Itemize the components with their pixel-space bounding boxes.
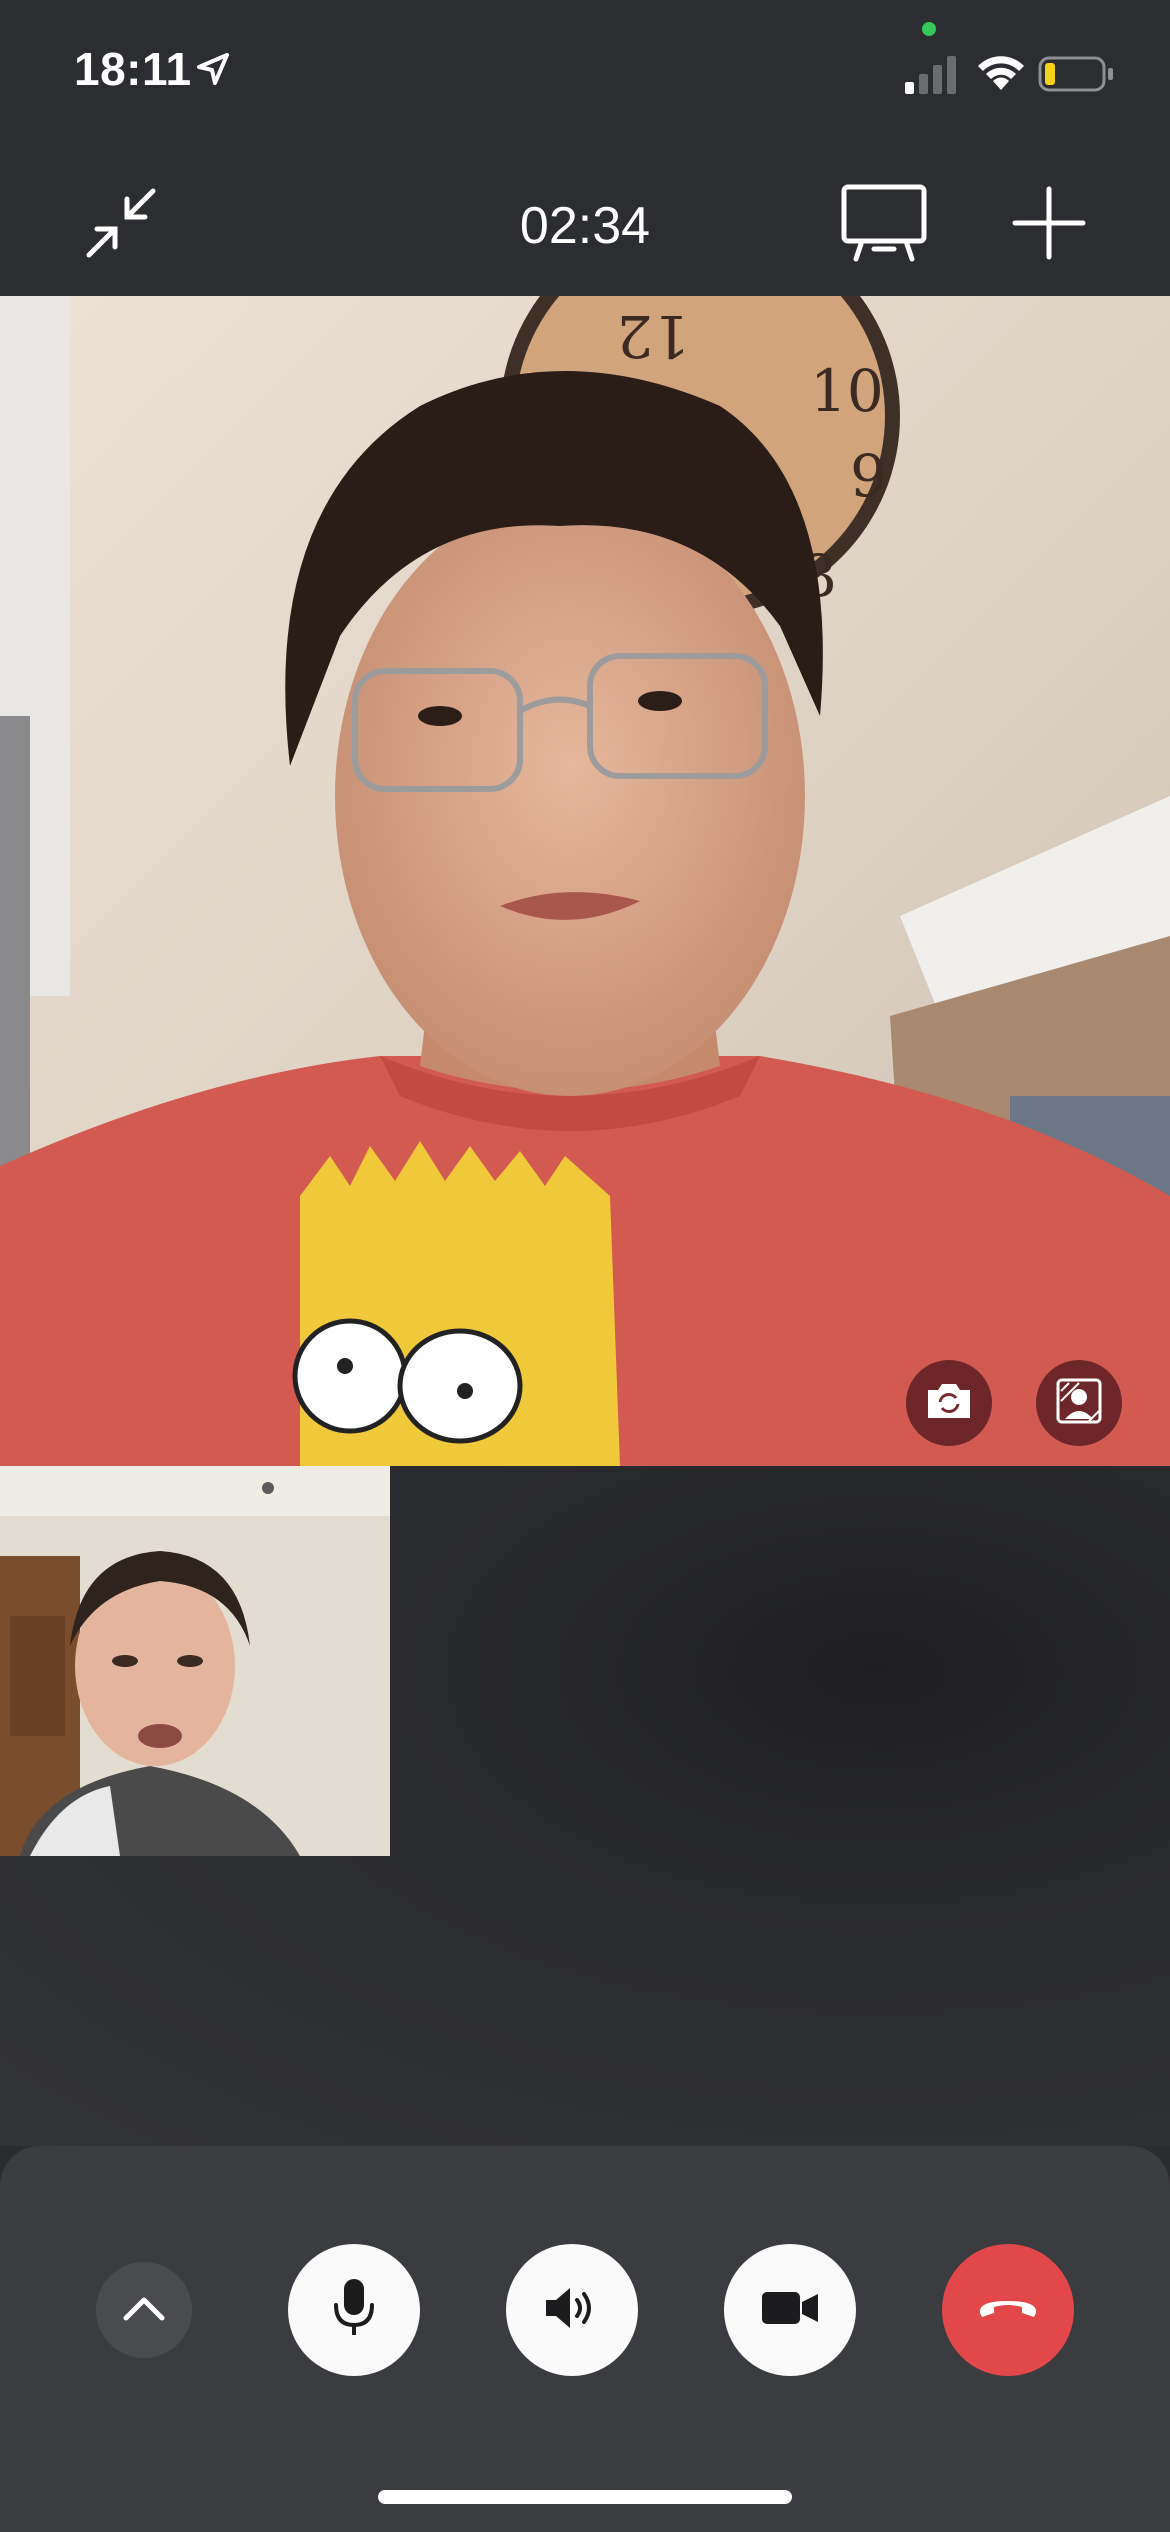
screen-share-button[interactable] — [836, 180, 932, 270]
battery-low-icon — [1038, 56, 1114, 97]
call-header: 02:34 — [0, 140, 1170, 296]
self-view-video — [0, 1466, 390, 1856]
speaker-button[interactable] — [506, 2244, 638, 2376]
wifi-icon — [976, 52, 1026, 97]
end-call-button[interactable] — [942, 2244, 1074, 2376]
cellular-signal-icon — [905, 56, 959, 99]
svg-text:10: 10 — [810, 357, 884, 425]
add-participant-button[interactable] — [1004, 180, 1094, 270]
video-camera-icon — [760, 2290, 820, 2331]
remote-video-feed: 12 10 9 8 — [0, 296, 1170, 1466]
camera-flip-icon — [924, 1380, 974, 1427]
chevron-up-icon — [122, 2294, 166, 2327]
flip-camera-button[interactable] — [906, 1360, 992, 1446]
svg-text:9: 9 — [850, 442, 887, 510]
plus-icon — [1012, 186, 1086, 265]
call-duration: 02:34 — [519, 197, 651, 255]
camera-in-use-indicator — [922, 22, 936, 36]
mute-button[interactable] — [288, 2244, 420, 2376]
svg-text:12: 12 — [616, 302, 690, 370]
home-indicator[interactable] — [378, 2490, 792, 2504]
portrait-effect-button[interactable] — [1036, 1360, 1122, 1446]
speaker-icon — [544, 2286, 600, 2335]
location-arrow-icon — [196, 52, 230, 91]
remote-participant-video: 12 10 9 8 — [0, 296, 1170, 1466]
more-controls-button[interactable] — [96, 2262, 192, 2358]
status-bar: 18:11 — [0, 0, 1170, 140]
status-time: 18:11 — [74, 43, 192, 95]
microphone-icon — [332, 2277, 376, 2344]
portrait-effect-icon — [1055, 1377, 1103, 1430]
end-call-icon — [976, 2295, 1040, 2326]
screen-share-icon — [840, 183, 928, 268]
self-view-pip[interactable] — [0, 1466, 390, 1856]
camera-toggle-button[interactable] — [724, 2244, 856, 2376]
